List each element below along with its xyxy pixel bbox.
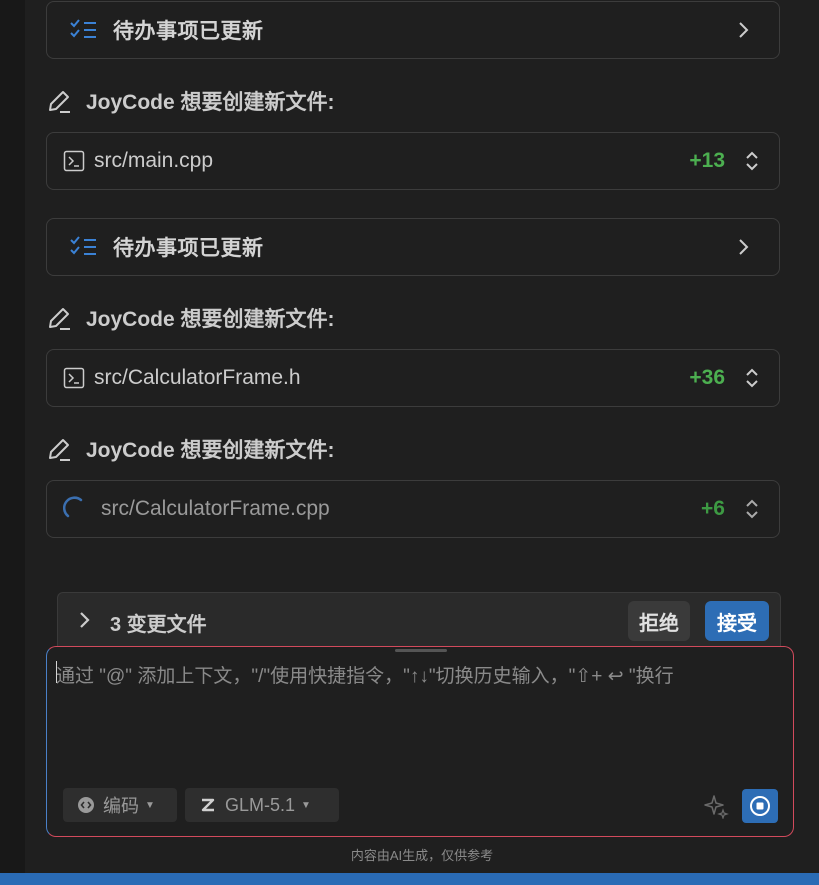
chevron-right-icon[interactable]	[78, 611, 92, 629]
status-bar	[0, 873, 819, 885]
mode-select[interactable]: 编码 ▼	[63, 788, 177, 822]
expand-collapse-icon[interactable]	[745, 368, 759, 388]
file-name: src/main.cpp	[94, 149, 214, 172]
accept-button[interactable]: 接受	[705, 601, 769, 641]
terminal-file-icon	[63, 150, 85, 172]
lines-added-count: +6	[701, 497, 725, 520]
create-file-heading-text: JoyCode 想要创建新文件:	[86, 439, 335, 462]
file-name: src/CalculatorFrame.h	[94, 366, 301, 389]
create-file-heading-text: JoyCode 想要创建新文件:	[86, 91, 335, 114]
create-file-heading: JoyCode 想要创建新文件:	[46, 86, 335, 116]
checklist-icon	[70, 236, 96, 255]
chat-input-box[interactable]: 通过 "@" 添加上下文，"/"使用快捷指令，"↑↓"切换历史输入，"⇧+ ↩ …	[46, 646, 794, 837]
changed-files-count[interactable]: 3 变更文件	[110, 608, 207, 637]
pending-changes-bar: 3 变更文件 拒绝 接受	[57, 592, 781, 646]
resize-handle[interactable]	[395, 649, 447, 652]
chevron-right-icon	[739, 239, 749, 255]
terminal-file-icon	[63, 367, 85, 389]
stop-generation-button[interactable]	[742, 789, 778, 823]
todo-updated-card[interactable]: 待办事项已更新	[46, 218, 780, 276]
create-file-heading: JoyCode 想要创建新文件:	[46, 434, 335, 464]
expand-collapse-icon[interactable]	[745, 151, 759, 171]
pencil-icon	[49, 439, 70, 461]
reject-button[interactable]: 拒绝	[628, 601, 690, 641]
text-caret	[56, 661, 57, 683]
file-card-loading[interactable]: src/CalculatorFrame.cpp +6	[46, 480, 780, 538]
left-gutter	[0, 0, 25, 873]
chevron-right-icon	[739, 22, 749, 38]
pencil-icon	[49, 91, 70, 113]
stop-icon	[750, 796, 770, 816]
file-card[interactable]: src/CalculatorFrame.h +36	[46, 349, 780, 407]
lines-added-count: +13	[689, 149, 725, 172]
code-icon	[78, 797, 94, 813]
create-file-heading: JoyCode 想要创建新文件:	[46, 303, 335, 333]
dropdown-arrow-icon: ▼	[145, 799, 155, 811]
file-name: src/CalculatorFrame.cpp	[101, 497, 330, 520]
zhipu-logo-icon	[201, 798, 215, 812]
expand-collapse-icon[interactable]	[745, 499, 759, 519]
todo-updated-label: 待办事项已更新	[113, 20, 264, 43]
ai-disclaimer: 内容由AI生成，仅供参考	[350, 848, 494, 863]
model-select[interactable]: GLM-5.1 ▼	[185, 788, 339, 822]
todo-updated-card[interactable]: 待办事项已更新	[46, 1, 780, 59]
chat-scroll-area[interactable]: 待办事项已更新 JoyCode 想要创建新文件: src/main.cpp +1…	[25, 0, 819, 873]
file-card[interactable]: src/main.cpp +13	[46, 132, 780, 190]
checklist-icon	[70, 19, 96, 38]
loading-spinner-icon	[63, 496, 83, 518]
mode-select-value: 编码	[103, 796, 139, 816]
todo-updated-label: 待办事项已更新	[113, 237, 264, 260]
create-file-heading-text: JoyCode 想要创建新文件:	[86, 308, 335, 331]
chat-input-placeholder[interactable]: 通过 "@" 添加上下文，"/"使用快捷指令，"↑↓"切换历史输入，"⇧+ ↩ …	[56, 661, 674, 688]
pencil-icon	[49, 308, 70, 330]
sparkle-icon[interactable]	[703, 793, 729, 819]
lines-added-count: +36	[689, 366, 725, 389]
model-select-value: GLM-5.1	[225, 794, 296, 815]
dropdown-arrow-icon: ▼	[301, 799, 311, 811]
